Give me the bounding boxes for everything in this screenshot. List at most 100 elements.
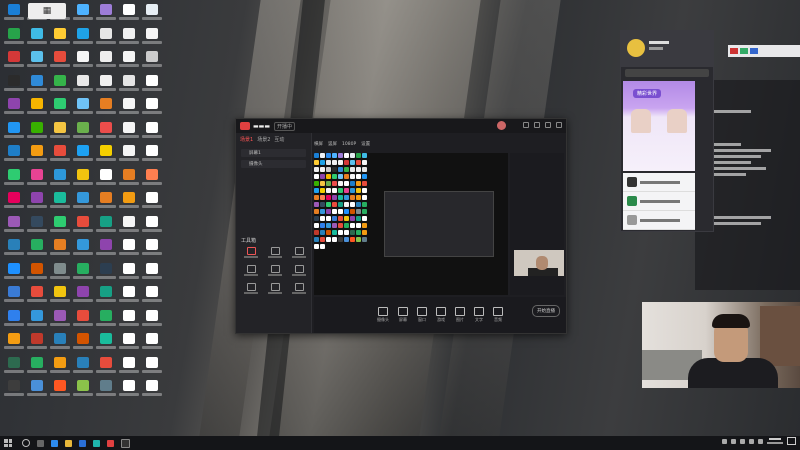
toolbar-icon[interactable] [730, 48, 738, 54]
desktop-shortcut[interactable] [48, 190, 71, 214]
desktop-shortcut[interactable] [117, 214, 140, 238]
tool-item[interactable] [240, 265, 262, 281]
desktop-shortcut[interactable] [71, 49, 94, 73]
scene-item[interactable]: 屏幕1 [241, 149, 306, 157]
desktop-shortcut[interactable] [140, 26, 163, 50]
wifi-icon[interactable] [749, 438, 754, 444]
desktop-shortcut[interactable] [94, 378, 117, 402]
desktop-shortcut[interactable] [71, 167, 94, 191]
desktop-shortcut[interactable] [94, 96, 117, 120]
desktop-shortcut[interactable] [140, 96, 163, 120]
tab-scene-1[interactable]: 场景1 [240, 136, 253, 143]
desktop-shortcut[interactable] [94, 120, 117, 144]
desktop-shortcut[interactable] [94, 355, 117, 379]
desktop-shortcut[interactable] [2, 49, 25, 73]
user-avatar[interactable] [497, 121, 506, 130]
desktop-shortcut[interactable] [94, 190, 117, 214]
folder-icon[interactable] [65, 439, 72, 447]
desktop-shortcut[interactable] [71, 73, 94, 97]
preview-tab[interactable]: 横屏 [314, 141, 323, 147]
source-button[interactable]: 图片 [455, 307, 465, 323]
desktop-shortcut[interactable] [71, 143, 94, 167]
source-button[interactable]: 摄像头 [377, 307, 389, 323]
desktop-shortcut[interactable] [140, 214, 163, 238]
desktop-shortcut[interactable] [140, 237, 163, 261]
desktop-shortcut[interactable] [25, 308, 48, 332]
chat-banner[interactable]: 精彩世界 [623, 81, 695, 171]
store-icon[interactable] [79, 439, 86, 447]
desktop-shortcut[interactable] [117, 355, 140, 379]
source-button[interactable]: 文字 [474, 307, 484, 323]
desktop-shortcut[interactable] [2, 73, 25, 97]
list-item[interactable] [623, 192, 695, 211]
app-icon[interactable] [107, 439, 114, 447]
preview-tab[interactable]: 竖屏 [328, 141, 337, 147]
desktop-shortcut[interactable] [25, 120, 48, 144]
desktop-shortcut[interactable] [71, 2, 94, 26]
preview-tab[interactable]: 1080P [342, 142, 356, 147]
desktop-shortcut[interactable] [71, 214, 94, 238]
desktop-shortcut[interactable] [117, 96, 140, 120]
desktop-shortcut[interactable] [48, 73, 71, 97]
browser-icon[interactable] [51, 439, 58, 447]
desktop-shortcut[interactable] [117, 190, 140, 214]
tool-item[interactable] [264, 265, 286, 281]
close-icon[interactable] [556, 122, 562, 128]
source-button[interactable]: 音频 [493, 307, 503, 323]
desktop-shortcut[interactable] [71, 261, 94, 285]
desktop-shortcut[interactable] [25, 237, 48, 261]
desktop-shortcut[interactable] [117, 331, 140, 355]
desktop-shortcut[interactable] [48, 120, 71, 144]
search-icon[interactable] [22, 439, 30, 447]
desktop-shortcut[interactable] [2, 261, 25, 285]
desktop-shortcut[interactable] [117, 2, 140, 26]
source-button[interactable]: 窗口 [417, 307, 427, 323]
desktop-shortcut[interactable] [117, 167, 140, 191]
desktop-shortcut[interactable] [48, 96, 71, 120]
notification-icon[interactable] [787, 437, 796, 445]
chat-search-input[interactable] [625, 69, 709, 77]
desktop-shortcut[interactable] [140, 190, 163, 214]
desktop-shortcut[interactable] [48, 167, 71, 191]
desktop-shortcut[interactable] [25, 284, 48, 308]
preview-tab[interactable]: 设置 [361, 141, 370, 147]
tab-interact[interactable]: 互动 [274, 136, 284, 143]
desktop-shortcut[interactable] [2, 2, 25, 26]
desktop-shortcut[interactable] [48, 308, 71, 332]
desktop-shortcut[interactable] [71, 237, 94, 261]
desktop-shortcut[interactable] [94, 284, 117, 308]
tool-item[interactable] [264, 283, 286, 299]
desktop-shortcut[interactable] [48, 214, 71, 238]
desktop-shortcut[interactable] [48, 355, 71, 379]
minimize-icon[interactable] [534, 122, 540, 128]
desktop-shortcut[interactable] [48, 49, 71, 73]
desktop-shortcut[interactable] [94, 214, 117, 238]
desktop-shortcut[interactable] [140, 167, 163, 191]
desktop-shortcut[interactable] [94, 308, 117, 332]
desktop-shortcut[interactable] [71, 331, 94, 355]
desktop-shortcut[interactable] [71, 308, 94, 332]
desktop-shortcut[interactable] [2, 214, 25, 238]
source-button[interactable]: 游戏 [436, 307, 446, 323]
desktop-shortcut[interactable] [140, 261, 163, 285]
desktop-shortcut[interactable] [71, 378, 94, 402]
desktop-shortcut[interactable] [71, 355, 94, 379]
scene-item[interactable]: 摄像头 [241, 160, 306, 168]
desktop-shortcut[interactable] [71, 96, 94, 120]
app-icon[interactable] [93, 439, 100, 447]
desktop-shortcut[interactable] [94, 167, 117, 191]
desktop-shortcut[interactable] [25, 331, 48, 355]
tool-item[interactable] [288, 265, 310, 281]
desktop-shortcut[interactable] [140, 331, 163, 355]
desktop-shortcut[interactable] [140, 73, 163, 97]
desktop-shortcut[interactable] [94, 237, 117, 261]
desktop-shortcut[interactable] [117, 378, 140, 402]
desktop-shortcut[interactable] [117, 237, 140, 261]
desktop-shortcut[interactable] [25, 261, 48, 285]
desktop-shortcut[interactable] [117, 308, 140, 332]
desktop-shortcut[interactable] [117, 26, 140, 50]
maximize-icon[interactable] [545, 122, 551, 128]
list-item[interactable] [623, 173, 695, 192]
desktop-shortcut[interactable] [25, 143, 48, 167]
tray-icon[interactable] [731, 438, 736, 444]
